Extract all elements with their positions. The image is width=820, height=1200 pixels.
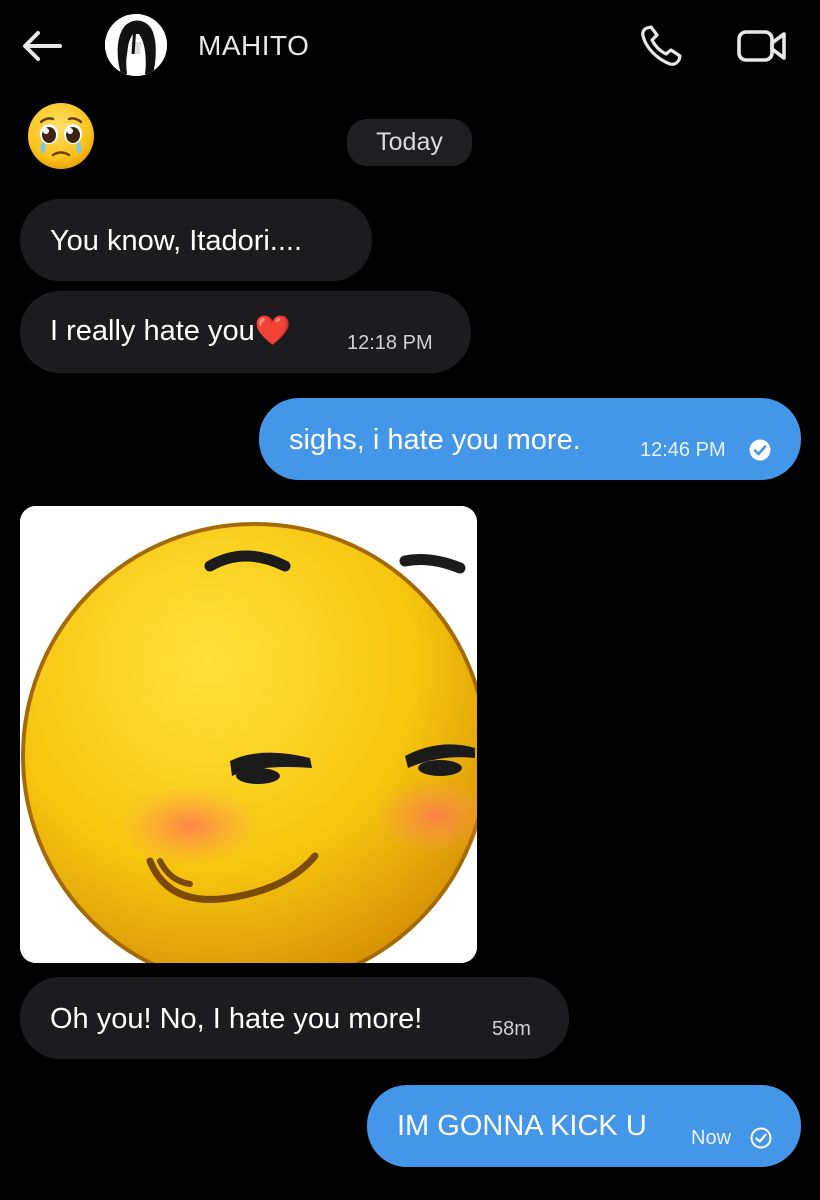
sent-receipt-icon [750, 1127, 772, 1149]
pleading-face-emoji [28, 103, 94, 169]
video-camera-icon[interactable] [736, 26, 788, 66]
message-timestamp: 12:18 PM [347, 332, 433, 354]
blushing-smirk-emoji-image [20, 506, 477, 963]
date-separator: Today [347, 119, 472, 166]
message-text: Oh you! No, I hate you more! [50, 1003, 423, 1035]
avatar-image [105, 14, 167, 76]
message-timestamp: 58m [492, 1018, 531, 1040]
incoming-message[interactable]: You know, Itadori.... [20, 199, 372, 281]
image-message[interactable] [20, 506, 477, 963]
contact-name[interactable]: MAHITO [198, 30, 309, 62]
outgoing-message[interactable]: IM GONNA KICK U Now [367, 1085, 801, 1167]
message-text: I really hate you❤️ [50, 315, 291, 347]
phone-icon[interactable] [638, 23, 684, 69]
message-timestamp: Now [691, 1127, 732, 1149]
outgoing-message[interactable]: sighs, i hate you more. 12:46 PM [259, 398, 801, 480]
read-receipt-icon [749, 439, 771, 461]
message-text: You know, Itadori.... [50, 225, 303, 257]
message-text: sighs, i hate you more. [289, 424, 581, 456]
message-text: IM GONNA KICK U [397, 1110, 647, 1142]
avatar[interactable] [105, 14, 167, 76]
chat-header: MAHITO [0, 0, 820, 95]
incoming-message[interactable]: Oh you! No, I hate you more! 58m [20, 977, 569, 1059]
arrow-left-icon[interactable] [20, 24, 64, 68]
incoming-message[interactable]: I really hate you❤️ 12:18 PM [20, 291, 471, 373]
message-timestamp: 12:46 PM [640, 439, 726, 461]
